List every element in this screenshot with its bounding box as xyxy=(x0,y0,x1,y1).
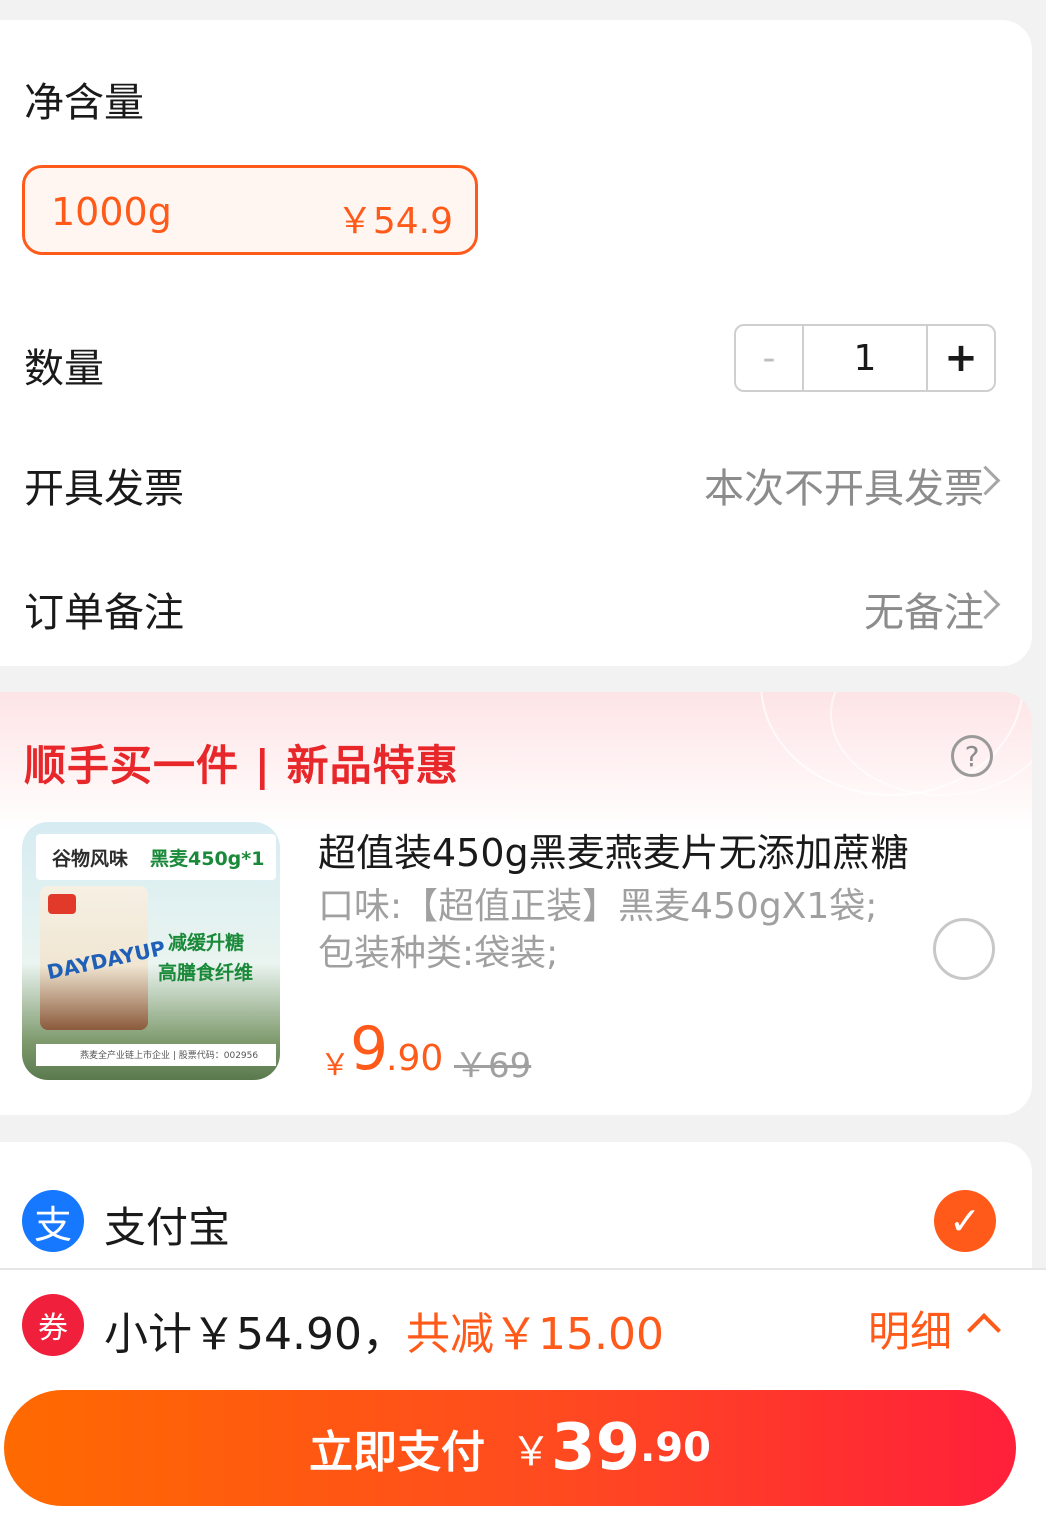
image-footer-text: 燕麦全产业链上市企业 | 股票代码：002956 xyxy=(80,1051,259,1061)
image-tag-weight: 黑麦450g*1 xyxy=(150,848,265,870)
image-claim-2: 高膳食纤维 xyxy=(158,962,254,984)
product-flavor: 口味:【超值正装】黑麦450gX1袋; xyxy=(318,886,878,927)
remark-value: 无备注 xyxy=(864,590,984,636)
original-price: ￥69 xyxy=(454,1046,532,1086)
promo-title: 顺手买一件 | 新品特惠 xyxy=(24,741,459,790)
brand-text: DAYDAYUP xyxy=(44,935,168,985)
brand-logo xyxy=(48,894,76,914)
chevron-up-icon xyxy=(967,1313,1001,1347)
price-integer: 9 xyxy=(350,1014,389,1084)
subtotal-text: 小计￥54.90， xyxy=(104,1309,406,1360)
invoice-value: 本次不开具发票 xyxy=(704,466,984,512)
product-package: 包装种类:袋装; xyxy=(318,933,559,974)
increase-button[interactable]: + xyxy=(928,326,994,390)
net-weight-label: 净含量 xyxy=(24,80,144,126)
quantity-stepper: - 1 + xyxy=(734,324,996,392)
add-on-promo-card: 顺手买一件 | 新品特惠 ? 谷物风味 黑麦450g*1 DAYDAYUP 减缓… xyxy=(0,692,1032,1115)
checkmark-icon[interactable]: ✓ xyxy=(934,1190,996,1252)
alipay-icon: 支 xyxy=(22,1190,84,1252)
price-decimal: .90 xyxy=(386,1038,444,1079)
pay-button-symbol: ￥ xyxy=(511,1429,552,1475)
discount-text: 共减￥15.00 xyxy=(406,1309,664,1360)
product-bag: DAYDAYUP xyxy=(40,886,167,1030)
product-title[interactable]: 超值装450g黑麦燕麦片无添加蔗糖 xyxy=(318,822,909,877)
help-icon[interactable]: ? xyxy=(951,735,993,777)
alipay-label: 支付宝 xyxy=(104,1203,231,1252)
invoice-label: 开具发票 xyxy=(24,466,184,512)
pay-now-button[interactable]: 立即支付 ￥ 39 .90 xyxy=(4,1390,1016,1506)
detail-label: 明细 xyxy=(868,1307,953,1356)
quantity-label: 数量 xyxy=(24,346,104,392)
price-symbol: ￥ xyxy=(320,1048,350,1083)
checkout-bar: 券 小计￥54.90， 共减￥15.00 明细 立即支付 ￥ 39 .90 xyxy=(0,1268,1046,1523)
pay-button-amount: 39 xyxy=(551,1411,641,1485)
pay-button-label: 立即支付 xyxy=(309,1427,486,1478)
product-image[interactable]: 谷物风味 黑麦450g*1 DAYDAYUP 减缓升糖 高膳食纤维 燕麦全产业链… xyxy=(22,822,280,1080)
decrease-button[interactable]: - xyxy=(736,326,804,390)
order-options-card: 净含量 1000g ￥54.9 数量 - 1 + 开具发票 本次不开具发票 订单… xyxy=(0,20,1032,666)
spec-weight: 1000g xyxy=(51,190,172,234)
image-tag-flavor: 谷物风味 xyxy=(52,848,129,870)
image-claim-1: 减缓升糖 xyxy=(168,932,245,954)
spec-price: ￥54.9 xyxy=(336,201,453,242)
pay-button-decimal: .90 xyxy=(640,1425,711,1471)
spec-option-1000g[interactable]: 1000g ￥54.9 xyxy=(22,165,478,255)
remark-label: 订单备注 xyxy=(24,590,184,636)
coupon-icon: 券 xyxy=(22,1294,84,1356)
image-footer: 燕麦全产业链上市企业 | 股票代码：002956 xyxy=(36,1044,276,1066)
quantity-value[interactable]: 1 xyxy=(804,326,928,390)
add-on-select-radio[interactable] xyxy=(933,918,995,980)
